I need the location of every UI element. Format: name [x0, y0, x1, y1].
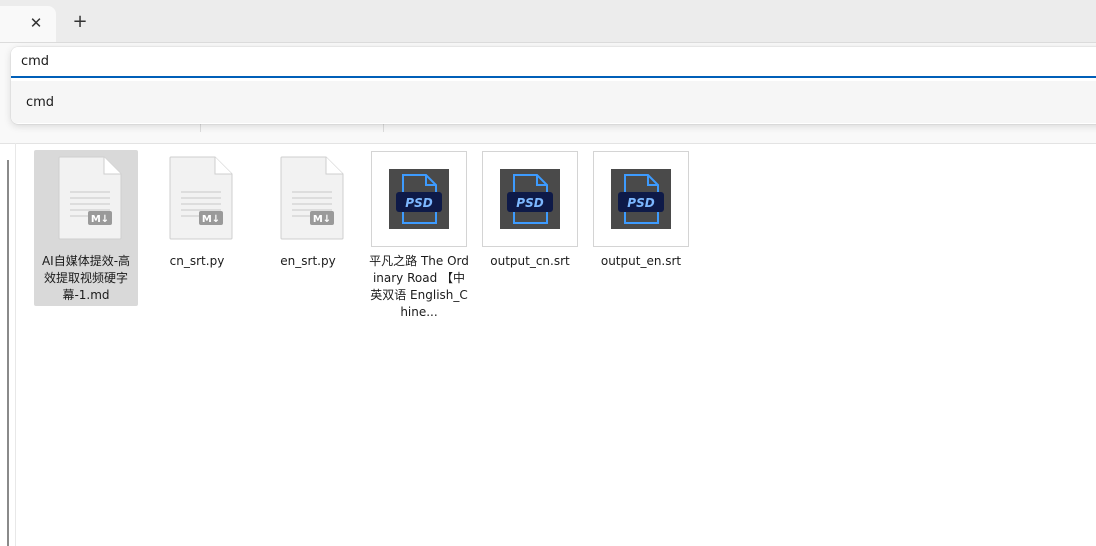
- address-suggestion-item[interactable]: cmd: [11, 81, 1096, 123]
- python-file-icon: M↓: [149, 151, 245, 245]
- md-badge-text: M↓: [91, 214, 109, 225]
- file-item[interactable]: M↓ cn_srt.py: [145, 150, 249, 272]
- psd-badge-text: PSD: [627, 196, 654, 210]
- suggestion-label: cmd: [26, 95, 55, 110]
- file-name: AI自媒体提效-高效提取视频硬字幕-1.md: [41, 254, 131, 302]
- file-name: output_cn.srt: [490, 254, 570, 268]
- file-item[interactable]: M↓ en_srt.py: [256, 150, 360, 272]
- psd-badge-text: PSD: [516, 196, 543, 210]
- python-file-icon: M↓: [260, 151, 356, 245]
- psd-file-icon: PSD: [482, 151, 578, 247]
- file-name: output_en.srt: [600, 254, 682, 268]
- address-bar-popup: cmd: [11, 47, 1096, 124]
- file-item[interactable]: PSD output_en.srt: [589, 150, 693, 272]
- navigation-pane-scrollbar[interactable]: [7, 160, 9, 546]
- markdown-file-icon: M↓: [38, 151, 134, 245]
- psd-file-icon: PSD: [371, 151, 467, 247]
- tab-current[interactable]: ✕: [0, 6, 56, 42]
- file-item[interactable]: PSD output_cn.srt: [478, 150, 582, 272]
- file-item[interactable]: M↓ AI自媒体提效-高效提取视频硬字幕-1.md: [34, 150, 138, 306]
- md-badge-text: M↓: [313, 214, 331, 225]
- psd-file-icon: PSD: [593, 151, 689, 247]
- title-bar: ✕ +: [0, 0, 1096, 43]
- file-name: en_srt.py: [280, 254, 336, 268]
- close-tab-icon[interactable]: ✕: [28, 15, 44, 31]
- psd-badge-text: PSD: [405, 196, 432, 210]
- file-item[interactable]: PSD 平凡之路 The Ordinary Road 【中英双语 English…: [367, 150, 471, 323]
- md-badge-text: M↓: [202, 214, 220, 225]
- file-name: 平凡之路 The Ordinary Road 【中英双语 English_Chi…: [369, 254, 469, 319]
- navigation-pane-divider: [15, 143, 16, 546]
- address-input[interactable]: [11, 47, 1096, 78]
- file-name: cn_srt.py: [169, 254, 225, 268]
- new-tab-icon[interactable]: +: [70, 12, 90, 32]
